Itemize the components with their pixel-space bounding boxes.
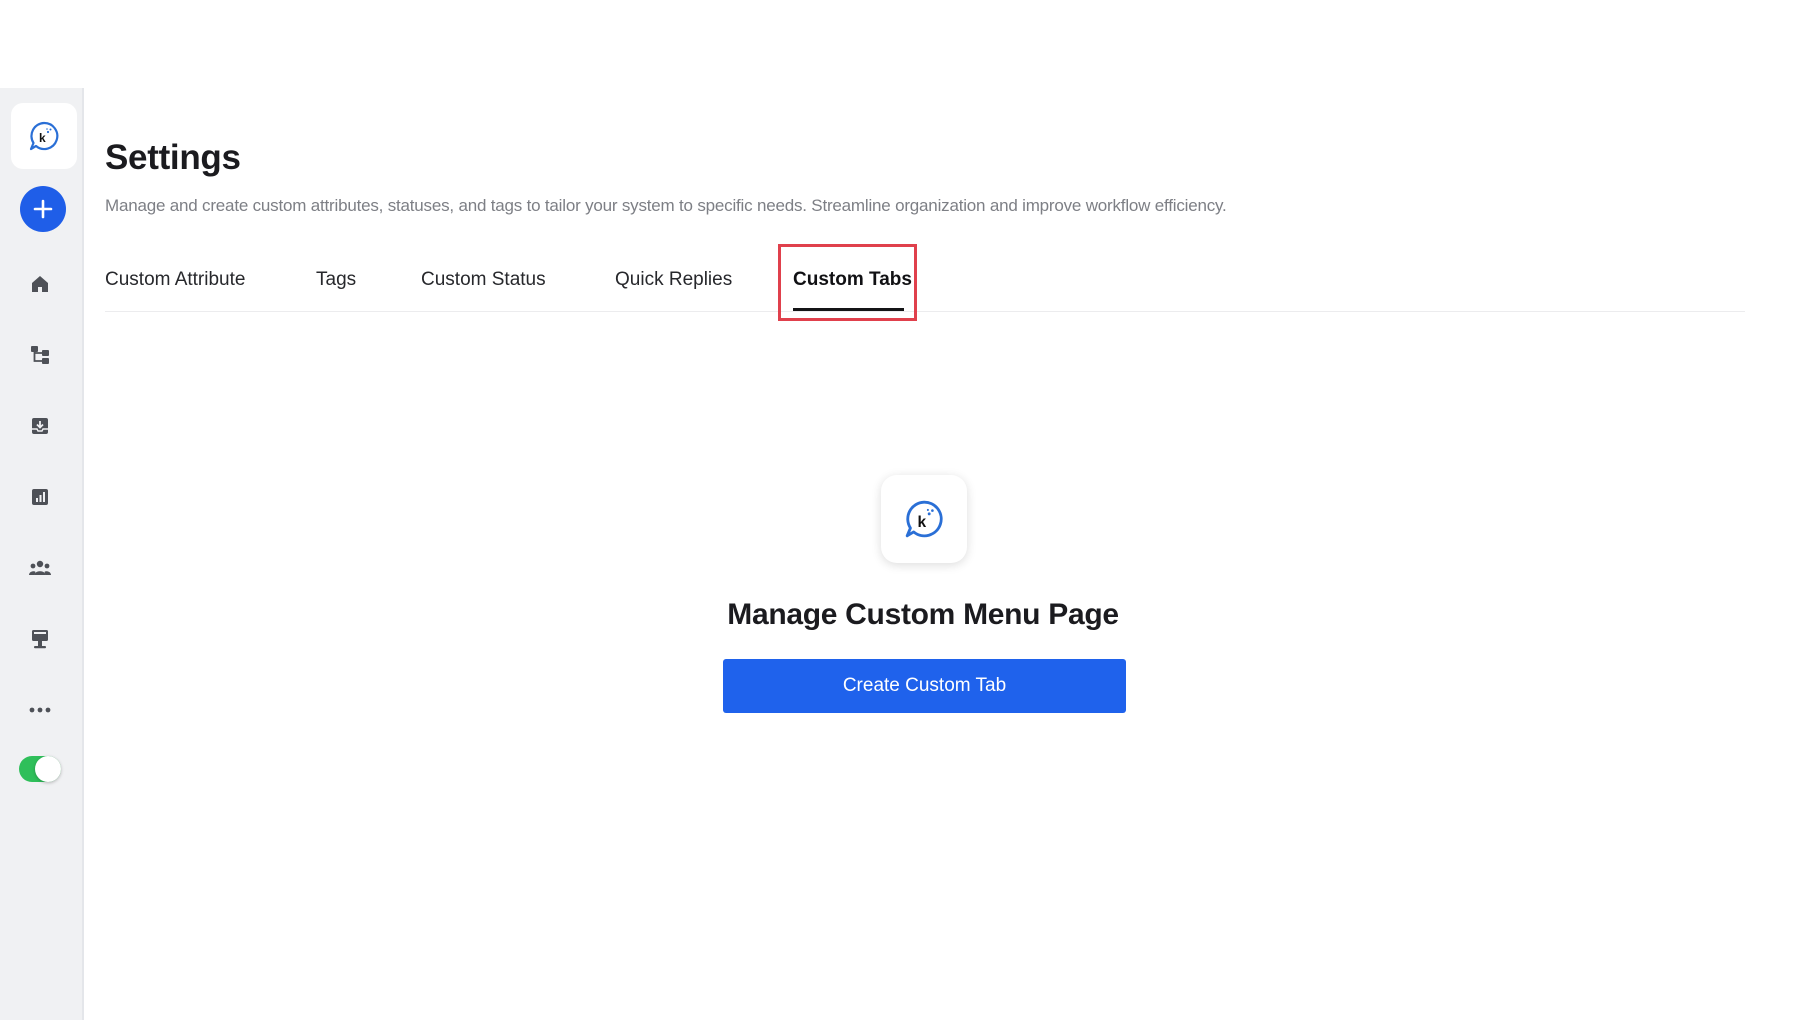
sidebar-item-inbox[interactable] [25, 411, 55, 441]
tab-tags[interactable]: Tags [316, 269, 356, 291]
top-blank-area [0, 0, 1806, 88]
status-toggle[interactable] [19, 756, 61, 782]
svg-text:k: k [39, 131, 46, 145]
tab-quick-replies[interactable]: Quick Replies [615, 269, 732, 291]
sidebar-item-workflow[interactable] [25, 340, 55, 370]
kiosk-icon [32, 630, 48, 649]
sidebar: k [0, 88, 84, 1020]
settings-tabs: Custom Attribute Tags Custom Status Quic… [105, 255, 1745, 312]
inbox-icon [32, 418, 48, 434]
sidebar-item-more[interactable] [25, 695, 55, 725]
add-button[interactable] [20, 186, 66, 232]
sidebar-item-reports[interactable] [25, 482, 55, 512]
home-icon [32, 276, 48, 292]
tab-custom-attribute[interactable]: Custom Attribute [105, 269, 245, 291]
team-icon [29, 560, 51, 575]
toggle-knob [35, 756, 61, 782]
create-custom-tab-button[interactable]: Create Custom Tab [723, 659, 1126, 713]
page-title: Settings [105, 138, 241, 177]
empty-state-title: Manage Custom Menu Page [727, 598, 1119, 631]
highlight-annotation-box [778, 244, 917, 321]
reports-icon [32, 489, 48, 505]
sidebar-item-kiosk[interactable] [25, 624, 55, 654]
empty-state-logo: k [881, 475, 967, 563]
sidebar-item-team[interactable] [25, 553, 55, 583]
app-logo[interactable]: k [11, 103, 77, 169]
tab-custom-status[interactable]: Custom Status [421, 269, 546, 291]
page-subtitle: Manage and create custom attributes, sta… [105, 196, 1227, 215]
workflow-icon [31, 346, 49, 364]
sidebar-item-home[interactable] [25, 269, 55, 299]
plus-icon [33, 199, 53, 219]
chat-bubble-k-logo-icon: k [905, 500, 943, 538]
svg-text:k: k [918, 514, 927, 531]
more-icon [29, 707, 51, 713]
chat-bubble-k-logo-icon: k [29, 121, 59, 151]
